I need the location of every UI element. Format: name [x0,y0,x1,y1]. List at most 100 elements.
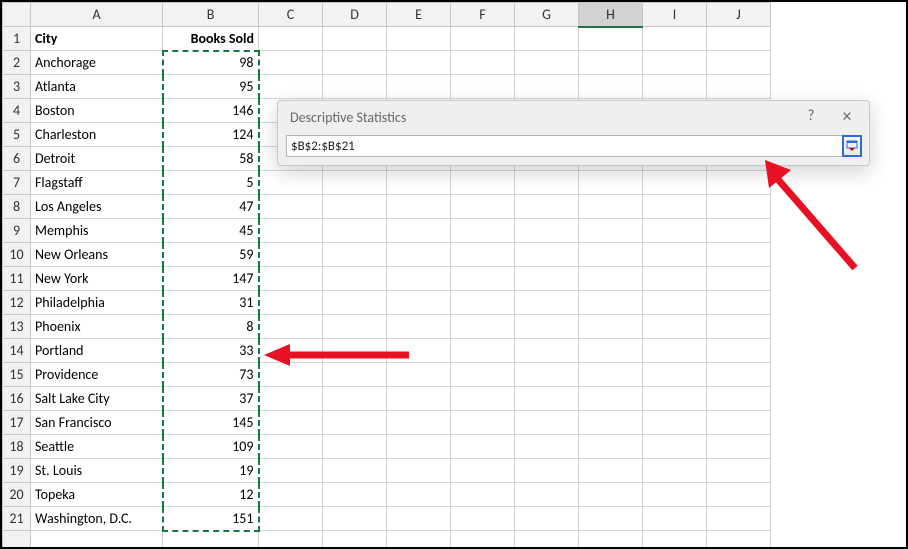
cell-E7[interactable] [387,171,451,195]
cell-C16[interactable] [259,387,323,411]
cell-J18[interactable] [707,435,771,459]
cell-J1[interactable] [707,27,771,51]
cell-G14[interactable] [515,339,579,363]
cell-G8[interactable] [515,195,579,219]
cell-D1[interactable] [323,27,387,51]
row-header-4[interactable]: 4 [3,99,31,123]
cell-A13[interactable]: Phoenix [31,315,163,339]
cell-A17[interactable]: San Francisco [31,411,163,435]
cell-F19[interactable] [451,459,515,483]
cell-B8[interactable]: 47 [163,195,259,219]
cell-C2[interactable] [259,51,323,75]
cell-J15[interactable] [707,363,771,387]
column-header-E[interactable]: E [387,3,451,27]
cell-I21[interactable] [643,507,707,531]
cell-A5[interactable]: Charleston [31,123,163,147]
cell-C11[interactable] [259,267,323,291]
cell-F14[interactable] [451,339,515,363]
cell-A7[interactable]: Flagstaff [31,171,163,195]
column-header-D[interactable]: D [323,3,387,27]
cell-F21[interactable] [451,507,515,531]
column-header-F[interactable]: F [451,3,515,27]
cell-A1[interactable]: City [31,27,163,51]
cell-I17[interactable] [643,411,707,435]
cell-F11[interactable] [451,267,515,291]
cell-D16[interactable] [323,387,387,411]
cell-J12[interactable] [707,291,771,315]
cell-A19[interactable]: St. Louis [31,459,163,483]
cell-H20[interactable] [579,483,643,507]
cell-B14[interactable]: 33 [163,339,259,363]
cell-E19[interactable] [387,459,451,483]
cell-I9[interactable] [643,219,707,243]
cell-C21[interactable] [259,507,323,531]
cell-C13[interactable] [259,315,323,339]
cell-C19[interactable] [259,459,323,483]
cell-I13[interactable] [643,315,707,339]
cell-H11[interactable] [579,267,643,291]
cell-E14[interactable] [387,339,451,363]
cell-E17[interactable] [387,411,451,435]
cell-C14[interactable] [259,339,323,363]
cell-H8[interactable] [579,195,643,219]
column-header-A[interactable]: A [31,3,163,27]
cell-F3[interactable] [451,75,515,99]
range-input[interactable]: $B$2:$B$21 [286,135,843,157]
cell-G9[interactable] [515,219,579,243]
cell-D7[interactable] [323,171,387,195]
cell-B12[interactable]: 31 [163,291,259,315]
cell-J10[interactable] [707,243,771,267]
cell-B11[interactable]: 147 [163,267,259,291]
cell-C8[interactable] [259,195,323,219]
row-header-11[interactable]: 11 [3,267,31,291]
row-header-15[interactable]: 15 [3,363,31,387]
cell-H22[interactable] [579,531,643,549]
cell-E21[interactable] [387,507,451,531]
column-header-J[interactable]: J [707,3,771,27]
cell-C20[interactable] [259,483,323,507]
cell-C18[interactable] [259,435,323,459]
row-header-6[interactable]: 6 [3,147,31,171]
cell-H18[interactable] [579,435,643,459]
cell-C3[interactable] [259,75,323,99]
cell-D19[interactable] [323,459,387,483]
cell-F10[interactable] [451,243,515,267]
row-header-22[interactable] [3,531,31,549]
cell-E2[interactable] [387,51,451,75]
cell-J9[interactable] [707,219,771,243]
row-header-17[interactable]: 17 [3,411,31,435]
cell-C10[interactable] [259,243,323,267]
cell-D11[interactable] [323,267,387,291]
cell-B21[interactable]: 151 [163,507,259,531]
cell-J7[interactable] [707,171,771,195]
cell-D17[interactable] [323,411,387,435]
column-header-C[interactable]: C [259,3,323,27]
cell-J2[interactable] [707,51,771,75]
cell-B13[interactable]: 8 [163,315,259,339]
cell-B1[interactable]: Books Sold [163,27,259,51]
cell-D2[interactable] [323,51,387,75]
row-header-7[interactable]: 7 [3,171,31,195]
cell-I14[interactable] [643,339,707,363]
cell-F17[interactable] [451,411,515,435]
cell-B15[interactable]: 73 [163,363,259,387]
cell-D3[interactable] [323,75,387,99]
row-header-2[interactable]: 2 [3,51,31,75]
cell-F2[interactable] [451,51,515,75]
cell-D15[interactable] [323,363,387,387]
cell-D13[interactable] [323,315,387,339]
cell-C15[interactable] [259,363,323,387]
cell-B7[interactable]: 5 [163,171,259,195]
cell-H7[interactable] [579,171,643,195]
column-header-H[interactable]: H [579,3,643,27]
cell-J22[interactable] [707,531,771,549]
cell-H13[interactable] [579,315,643,339]
cell-E10[interactable] [387,243,451,267]
cell-H17[interactable] [579,411,643,435]
cell-G13[interactable] [515,315,579,339]
cell-G15[interactable] [515,363,579,387]
column-header-G[interactable]: G [515,3,579,27]
row-header-12[interactable]: 12 [3,291,31,315]
cell-E12[interactable] [387,291,451,315]
cell-H16[interactable] [579,387,643,411]
